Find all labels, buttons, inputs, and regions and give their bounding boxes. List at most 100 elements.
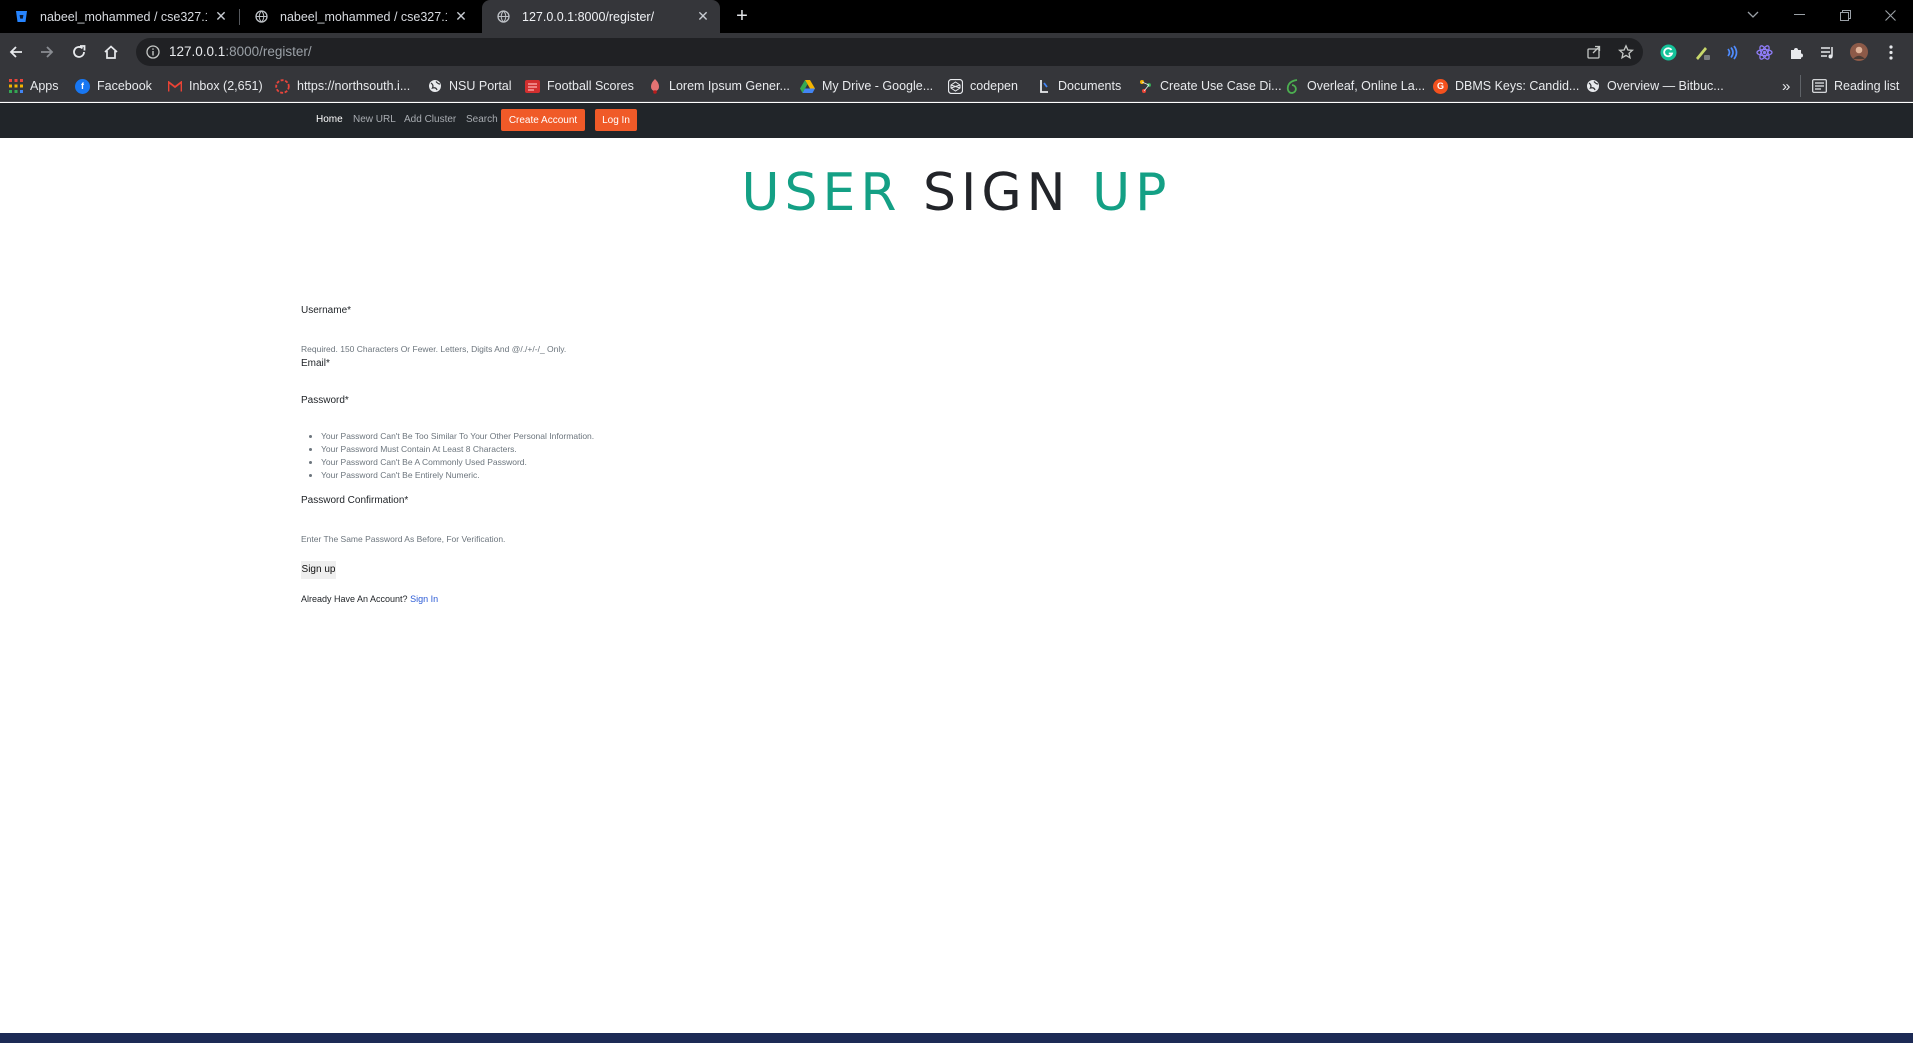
password-rules-list: Your Password Can't Be Too Similar To Yo…: [321, 430, 594, 482]
forward-button[interactable]: [34, 39, 60, 65]
bookmark-label: DBMS Keys: Candid...: [1455, 79, 1580, 93]
bookmarks-bar: Apps f Facebook Inbox (2,651) https://no…: [0, 70, 1913, 102]
password-rule: Your Password Can't Be Entirely Numeric.: [321, 469, 594, 482]
nav-add-cluster-link[interactable]: Add Cluster: [404, 114, 456, 125]
overflow-glyph: »: [1782, 77, 1791, 95]
bookmark-documents[interactable]: Documents: [1036, 76, 1121, 96]
title-word-up: UP: [1092, 163, 1172, 223]
bookmark-my-drive[interactable]: My Drive - Google...: [800, 76, 933, 96]
gmail-icon: [167, 79, 182, 94]
pen-extension-icon[interactable]: [1692, 43, 1710, 61]
restore-button[interactable]: [1822, 0, 1868, 30]
minimize-button[interactable]: [1776, 0, 1822, 30]
bookmark-northsouth[interactable]: https://northsouth.i...: [275, 76, 410, 96]
media-control-icon[interactable]: [1818, 43, 1836, 61]
bookmark-label: Overview — Bitbuc...: [1607, 79, 1724, 93]
bookmark-label: Documents: [1058, 79, 1122, 93]
close-tab-icon[interactable]: ✕: [213, 8, 229, 25]
bookmark-inbox[interactable]: Inbox (2,651): [167, 76, 263, 96]
close-window-button[interactable]: [1867, 0, 1913, 30]
nav-search-link[interactable]: Search: [466, 114, 498, 125]
bookmark-apps[interactable]: Apps: [8, 76, 59, 96]
page-title: USER SIGN UP: [0, 163, 1913, 223]
back-button[interactable]: [3, 39, 29, 65]
title-word-user: USER: [741, 163, 902, 223]
globe-icon: [497, 10, 510, 23]
url-path: :8000/register/: [225, 44, 312, 59]
bookmark-lorem-ipsum[interactable]: Lorem Ipsum Gener...: [647, 76, 790, 96]
lorem-icon: [647, 78, 662, 94]
password-label: Password*: [301, 395, 349, 406]
browser-toolbar: 127.0.0.1:8000/register/: [0, 33, 1913, 70]
nsu-icon: [275, 78, 290, 94]
diagram-icon: [1138, 79, 1153, 94]
bookmarks-overflow-chevron[interactable]: »: [1782, 76, 1790, 96]
browser-tab-3-active[interactable]: 127.0.0.1:8000/register/ ✕: [482, 0, 720, 33]
password-rule: Your Password Must Contain At Least 8 Ch…: [321, 443, 594, 456]
browser-tab-1[interactable]: nabeel_mohammed / cse327.1.9 ✕: [0, 0, 238, 33]
football-icon: [525, 79, 540, 94]
bookmark-dbms-keys[interactable]: G DBMS Keys: Candid...: [1433, 76, 1579, 96]
apps-grid-icon: [8, 79, 23, 94]
os-taskbar-edge: [0, 1033, 1913, 1043]
already-have-account-text: Already Have An Account? Sign In: [301, 594, 438, 604]
password-confirmation-label: Password Confirmation*: [301, 495, 409, 506]
address-bar[interactable]: 127.0.0.1:8000/register/: [136, 38, 1643, 66]
bookmark-football-scores[interactable]: Football Scores: [525, 76, 634, 96]
bookmark-label: https://northsouth.i...: [297, 79, 411, 93]
site-navbar: Home New URL Add Cluster Search Create A…: [0, 103, 1913, 138]
bookmark-star-icon[interactable]: [1618, 44, 1634, 60]
home-button[interactable]: [98, 39, 124, 65]
drive-icon: [800, 79, 815, 94]
sign-in-link[interactable]: Sign In: [410, 594, 438, 604]
bookmark-facebook[interactable]: f Facebook: [75, 76, 152, 96]
bookmark-codepen[interactable]: codepen: [948, 76, 1018, 96]
site-info-icon[interactable]: [145, 44, 161, 60]
g-circle-icon: G: [1433, 78, 1448, 94]
nav-home-link[interactable]: Home: [316, 114, 343, 125]
bookmark-label: My Drive - Google...: [822, 79, 934, 93]
bookmark-nsu-portal[interactable]: NSU Portal: [427, 76, 512, 96]
close-tab-icon[interactable]: ✕: [453, 8, 469, 25]
speech-extension-icon[interactable]: [1723, 43, 1741, 61]
email-label: Email*: [301, 358, 330, 369]
grammarly-icon[interactable]: [1659, 43, 1677, 61]
tab-search-icon[interactable]: [1730, 0, 1776, 30]
username-label: Username*: [301, 305, 352, 316]
already-have-account-label: Already Have An Account?: [301, 594, 408, 604]
bookmark-overleaf[interactable]: Overleaf, Online La...: [1285, 76, 1425, 96]
close-tab-icon[interactable]: ✕: [695, 8, 711, 25]
bookmark-label: Facebook: [97, 79, 152, 93]
bitbucket-icon: [15, 10, 28, 23]
password-rule: Your Password Can't Be Too Similar To Yo…: [321, 430, 594, 443]
bookmark-use-case-diagram[interactable]: Create Use Case Di...: [1138, 76, 1282, 96]
codepen-icon: [948, 78, 963, 94]
reading-list-icon: [1812, 79, 1827, 94]
password-confirmation-help-text: Enter The Same Password As Before, For V…: [301, 534, 506, 544]
browser-menu-icon[interactable]: [1882, 43, 1900, 61]
sign-up-button[interactable]: Sign up: [301, 561, 336, 579]
share-icon[interactable]: [1586, 44, 1602, 60]
overleaf-icon: [1285, 78, 1300, 94]
browser-tab-2[interactable]: nabeel_mohammed / cse327.1.9 ✕: [240, 0, 478, 33]
url-host: 127.0.0.1: [169, 44, 226, 59]
profile-avatar[interactable]: [1850, 43, 1868, 61]
url-text: 127.0.0.1:8000/register/: [169, 44, 312, 59]
react-devtools-icon[interactable]: [1755, 43, 1773, 61]
bookmark-label: NSU Portal: [449, 79, 512, 93]
log-in-button[interactable]: Log In: [595, 109, 637, 131]
reload-button[interactable]: [66, 39, 92, 65]
bookmarks-divider: [1800, 75, 1801, 97]
new-tab-button[interactable]: +: [731, 6, 753, 28]
nav-new-url-link[interactable]: New URL: [353, 114, 396, 125]
password-rule: Your Password Can't Be A Commonly Used P…: [321, 456, 594, 469]
bookmark-bitbucket-overview[interactable]: Overview — Bitbuc...: [1585, 76, 1724, 96]
tab-title: nabeel_mohammed / cse327.1.9: [40, 9, 207, 24]
documents-icon: [1036, 79, 1051, 94]
bookmark-label: Overleaf, Online La...: [1307, 79, 1426, 93]
reading-list-button[interactable]: Reading list: [1812, 76, 1899, 96]
create-account-button[interactable]: Create Account: [501, 109, 585, 131]
globe-icon: [1585, 79, 1600, 94]
extensions-puzzle-icon[interactable]: [1787, 43, 1805, 61]
bookmark-label: Inbox (2,651): [189, 79, 263, 93]
